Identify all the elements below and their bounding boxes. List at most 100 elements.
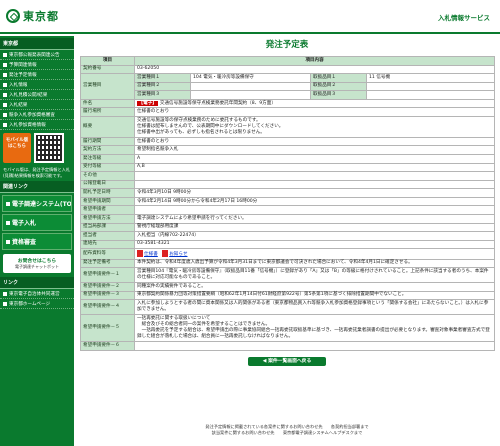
sub-label: 営業種目２ xyxy=(134,81,191,92)
sidebar-item-6[interactable]: 競争入札参加資格審査 xyxy=(0,110,74,120)
sidebar-external-item-0[interactable]: 東京電子自治体共同運営 xyxy=(0,289,74,300)
sidebar-item-label: 資格審査 xyxy=(12,239,37,247)
table-row: 件名 【電子】 交通信号施設等保守点検業務委託年間契約（8、9方面） xyxy=(80,98,496,109)
case-name: 【電子】 交通信号施設等保守点検業務委託年間契約（8、9方面） xyxy=(133,98,496,109)
table-row: 受付等級 A,B xyxy=(80,162,496,173)
attachments-value: 仕様書 お知らせ xyxy=(133,248,496,260)
row-label: 受付等級 xyxy=(80,162,135,173)
sidebar-item-label: 入札結果 xyxy=(9,102,28,108)
sidebar-item-3[interactable]: 入札情報 xyxy=(0,80,74,90)
table-row: 配布資料等 仕様書 お知らせ xyxy=(80,248,496,260)
table-row: 希望申請要件－２ 同種案件の実績要件であること。 xyxy=(80,282,496,292)
sub-label: 営業種目１ xyxy=(134,73,191,83)
row-label: その他 xyxy=(80,171,135,181)
electronic-tag: 【電子】 xyxy=(137,100,159,106)
row-label: 公報登載日 xyxy=(80,179,135,190)
sidebar-item-label: 東京都ホームページ xyxy=(9,301,51,307)
table-row: その他 xyxy=(80,171,496,181)
case-name-text: 交通信号施設等保守点検業務委託年間契約（8、9方面） xyxy=(159,100,276,106)
table-row: 希望申請要件－６ xyxy=(80,341,496,351)
table-row: 契約方法 希望制指名競争入札 xyxy=(80,145,496,155)
sidebar-big-item-2[interactable]: 資格審査 xyxy=(2,233,72,251)
requirement-5: 一括再委託に関する取扱いについて 総合及びその総合者同一の案件を希望することはで… xyxy=(133,313,496,343)
mobile-block: モバイル版 はこちら xyxy=(0,130,74,166)
bullet-icon xyxy=(3,52,7,57)
row-label: 配布資料等 xyxy=(80,248,135,260)
row-label: 連絡先 xyxy=(80,239,135,250)
row-label: 件名 xyxy=(80,98,135,109)
business-type-1: 104 電気・暖冷房等設備保守 xyxy=(190,73,311,83)
tokyo-emblem-icon xyxy=(6,9,20,23)
sidebar-item-7[interactable]: 入札参加資格情報 xyxy=(0,120,74,130)
sidebar-external-menu: 東京電子自治体共同運営 東京都ホームページ xyxy=(0,289,74,310)
row-label: 開札予定日時 xyxy=(80,188,135,198)
row-label: 担当局部課 xyxy=(80,222,135,233)
sidebar-item-5[interactable]: 入札結果 xyxy=(0,100,74,110)
requirement-6 xyxy=(133,341,496,351)
table-row: 希望申請要件－５ 一括再委託に関する取扱いについて 総合及びその総合者同一の案件… xyxy=(80,313,496,343)
mobile-note: モバイル版は、発注予定情報と入札(見積)結果情報を検索可能です。 xyxy=(3,167,71,178)
row-label: 希望申請方法 xyxy=(80,213,135,224)
qr-code-icon xyxy=(34,133,64,163)
table-row: 発注等級 A xyxy=(80,154,496,164)
location-value: 仕様書のとおり xyxy=(133,107,496,117)
apply-period-value: 令和4年2月14日 9時00分から令和4年2月17日 16時00分 xyxy=(133,196,496,207)
row-label: 担当者 xyxy=(80,231,135,241)
row-label: 希望申請要件－６ xyxy=(80,341,135,351)
sidebar-item-label: 入札情報 xyxy=(9,82,28,88)
mobile-link-button[interactable]: モバイル版 はこちら xyxy=(3,133,31,163)
sidebar-section-title: 東京都 xyxy=(0,38,74,50)
row-label: 概要 xyxy=(80,115,135,138)
schedule-note-value: 本件契約は、令和4年度歳入歳出予算が令和4年3月31日までに東京都議会で可決され… xyxy=(133,258,496,269)
table-row: 履行期間 仕様書のとおり xyxy=(80,136,496,147)
row-label: 契約方法 xyxy=(80,145,135,155)
sidebar-big-item-1[interactable]: 電子入札 xyxy=(2,214,72,232)
person-value: 入札担当（内線702-22474） xyxy=(133,231,496,241)
chatbot-link[interactable]: お問合せはこちら 電子調達チャットボット xyxy=(3,254,71,274)
sidebar-big-item-0[interactable]: 電子調達システム(TOP) xyxy=(2,195,72,213)
sub-label: 営業種目３ xyxy=(134,90,191,100)
table-header-row: 項目 項目内容 xyxy=(80,56,496,66)
bullet-icon xyxy=(3,82,7,87)
sidebar-item-label: 東京都公報発表関連公告 xyxy=(9,52,60,58)
sidebar-item-label: 入札参加資格情報 xyxy=(9,122,46,128)
table-row: 営業種目 営業種目１ 104 電気・暖冷房等設備保守 取扱品目１ 11 信号機 xyxy=(80,73,496,100)
method-value: 希望制指名競争入札 xyxy=(133,145,496,155)
sidebar-item-2[interactable]: 発注予定情報 xyxy=(0,70,74,80)
page-footer: 発注予定情報に掲載されている各案件に関するお問い合わせ先 各契約担当部署まで 該… xyxy=(80,424,494,436)
sidebar-item-0[interactable]: 東京都公報発表関連公告 xyxy=(0,50,74,60)
item-1: 11 信号機 xyxy=(365,73,496,83)
table-row: 希望申請要件－３ 東京都契約関係暴力団等対策措置要綱（昭和62年1月14日付61財… xyxy=(80,290,496,301)
sidebar-item-label: 予算関連情報 xyxy=(9,62,37,68)
sidebar-item-label: 発注予定情報 xyxy=(9,72,37,78)
sidebar-section-title-links: 関連リンク xyxy=(0,181,74,194)
order-detail-table: 項目 項目内容 契約番号 03-62050 営業種目 営業種目１ 104 電気・… xyxy=(80,56,496,351)
announce-date-value xyxy=(133,179,496,190)
row-label: 履行期間 xyxy=(80,136,135,147)
sub-label: 取扱品目３ xyxy=(310,90,367,100)
row-label: 希望申請要件－２ xyxy=(80,282,135,292)
main-content: 発注予定表 項目 項目内容 契約番号 03-62050 営業種目 営業種目１ 1… xyxy=(80,38,496,366)
row-label: 履行場所 xyxy=(80,107,135,117)
notice-download-link[interactable]: お知らせ xyxy=(169,252,187,257)
bullet-icon xyxy=(3,122,7,127)
item-2 xyxy=(365,81,496,92)
sidebar-item-4[interactable]: 入札見積公開/結果 xyxy=(0,90,74,100)
row-label: 希望申請要件－１ xyxy=(80,267,135,284)
table-row: 希望申請要件－４ 入札に参加しようとする者の間に資本関係又は人的関係がある者（東京… xyxy=(80,299,496,315)
bullet-icon xyxy=(3,301,7,306)
row-label: 契約番号 xyxy=(80,64,135,75)
tokyo-logo[interactable]: 東京都 xyxy=(6,8,59,24)
col-content-header: 項目内容 xyxy=(133,56,496,66)
order-grade-value: A xyxy=(133,154,496,164)
page-title: 発注予定表 xyxy=(265,40,309,50)
table-row: 発注予定備考 本件契約は、令和4年度歳入歳出予算が令和4年3月31日までに東京都議… xyxy=(80,258,496,269)
back-to-list-button[interactable]: ◀ 案件一覧画面へ戻る xyxy=(248,356,326,366)
row-label: 希望申請期間 xyxy=(80,196,135,207)
table-row: 連絡先 03-3581-4321 xyxy=(80,239,496,250)
row-label: 発注等級 xyxy=(80,154,135,164)
sidebar-external-item-1[interactable]: 東京都ホームページ xyxy=(0,299,74,310)
open-date-value: 令和4年3月10日 9時00分 xyxy=(133,188,496,198)
spec-download-link[interactable]: 仕様書 xyxy=(144,252,158,257)
sidebar-item-1[interactable]: 予算関連情報 xyxy=(0,60,74,70)
